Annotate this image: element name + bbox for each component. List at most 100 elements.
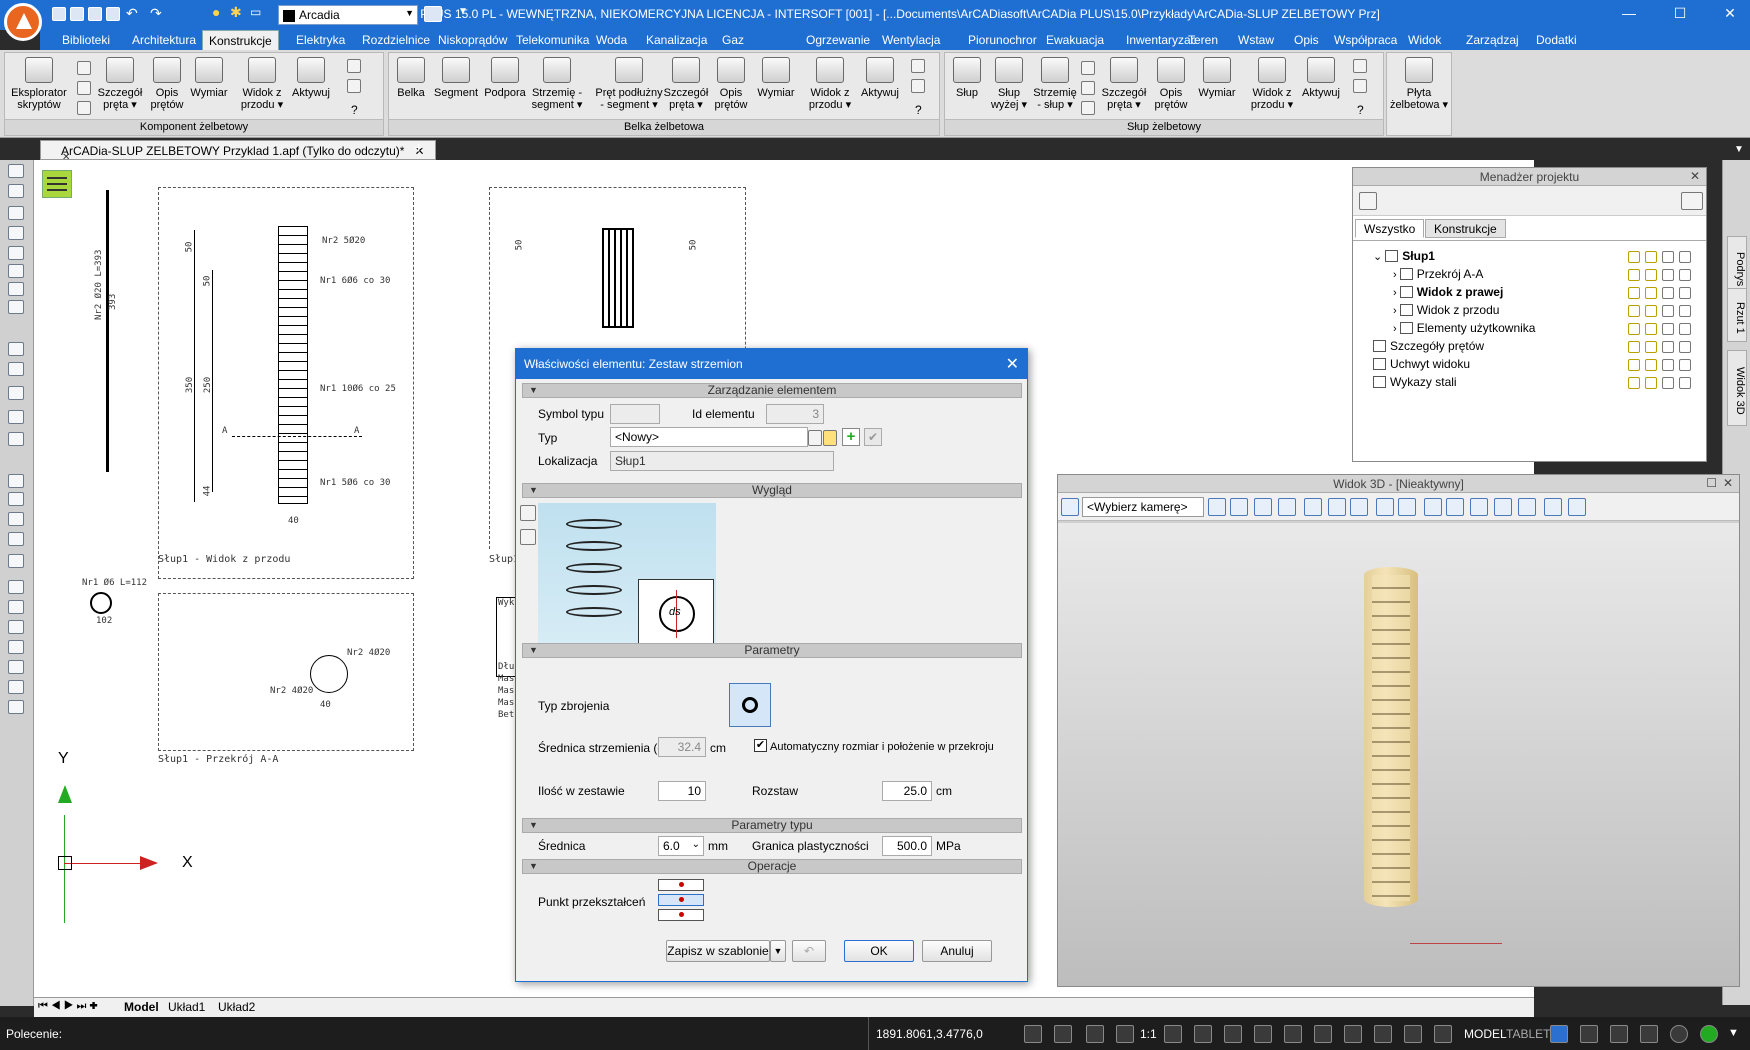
- tree-item[interactable]: Wykazy stali: [1373, 375, 1457, 393]
- tablet-toggle[interactable]: TABLET: [1506, 1027, 1550, 1041]
- save-as-icon[interactable]: [106, 7, 120, 21]
- snap-icon[interactable]: [1024, 1025, 1042, 1043]
- grid-icon[interactable]: [1254, 1025, 1272, 1043]
- add-type-icon[interactable]: +: [842, 428, 860, 446]
- add-icon[interactable]: [1359, 192, 1377, 210]
- small-tool-icon[interactable]: [1353, 59, 1367, 73]
- visibility-lock-print-icons[interactable]: [1628, 341, 1698, 355]
- rebar-detail-button[interactable]: Szczegół pręta ▾: [1097, 57, 1151, 111]
- close-button[interactable]: ✕: [1718, 5, 1742, 25]
- tab-wszystko[interactable]: Wszystko: [1355, 219, 1425, 238]
- save-icon[interactable]: [88, 7, 102, 21]
- camera-settings-icon[interactable]: [1061, 498, 1079, 516]
- menu-item-11[interactable]: Wentylacja: [876, 32, 946, 48]
- small-tool-icon[interactable]: [77, 81, 91, 95]
- polar-icon[interactable]: [1314, 1025, 1332, 1043]
- tab-widok-3d[interactable]: Widok 3D: [1727, 350, 1747, 426]
- transform-point-middle[interactable]: [658, 894, 704, 906]
- menu-item-12[interactable]: Piorunochror: [962, 32, 1043, 48]
- menu-item-2[interactable]: Konstrukcje: [202, 30, 279, 50]
- view-3d-tool-icon[interactable]: [1304, 498, 1322, 516]
- view-3d-tool-icon[interactable]: [1230, 498, 1248, 516]
- restore-icon[interactable]: ☐: [1706, 476, 1717, 490]
- small-tool-icon[interactable]: [77, 101, 91, 115]
- small-tool-icon[interactable]: [347, 59, 361, 73]
- lock-icon[interactable]: ▭: [250, 5, 261, 19]
- front-view-button[interactable]: Widok z przodu ▾: [237, 57, 287, 111]
- support-button[interactable]: Podpora: [481, 57, 529, 99]
- small-tool-icon[interactable]: [1081, 101, 1095, 115]
- tab-uklad1[interactable]: Układ1: [168, 1000, 205, 1014]
- left-tool-icon[interactable]: [8, 680, 24, 694]
- tree-item[interactable]: › Widok z przodu: [1393, 303, 1499, 321]
- object-snap-icon[interactable]: [1344, 1025, 1362, 1043]
- menu-item-19[interactable]: Widok: [1402, 32, 1447, 48]
- close-icon[interactable]: ✕: [1723, 476, 1733, 490]
- section-header-zarzadzanie[interactable]: ▼ Zarządzanie elementem: [522, 383, 1022, 398]
- left-tool-icon[interactable]: [8, 342, 24, 356]
- menu-item-3[interactable]: Elektryka: [290, 32, 351, 48]
- tree-item[interactable]: › Elementy użytkownika: [1393, 321, 1535, 339]
- view-3d-tool-icon[interactable]: [1568, 498, 1586, 516]
- chevron-right-icon[interactable]: ›: [1393, 269, 1400, 281]
- section-header-operacje[interactable]: ▼ Operacje: [522, 859, 1022, 874]
- front-view-button[interactable]: Widok z przodu ▾: [1245, 57, 1299, 111]
- tree-item[interactable]: › Przekrój A-A: [1393, 267, 1483, 285]
- menu-item-0[interactable]: Biblioteki: [56, 32, 116, 48]
- tree-item[interactable]: Szczegóły prętów: [1373, 339, 1484, 357]
- tree-item[interactable]: › Widok z prawej: [1393, 285, 1503, 303]
- front-view-button[interactable]: Widok z przodu ▾: [803, 57, 857, 111]
- rebar-description-button[interactable]: Opis prętów: [1149, 57, 1193, 111]
- left-tool-icon[interactable]: [8, 700, 24, 714]
- section-header-wyglad[interactable]: ▼ Wygląd: [522, 483, 1022, 498]
- beam-button[interactable]: Belka: [391, 57, 431, 99]
- tab-konstrukcje[interactable]: Konstrukcje: [1425, 219, 1506, 238]
- yield-field[interactable]: 500.0: [882, 836, 932, 856]
- view-3d-tool-icon[interactable]: [1494, 498, 1512, 516]
- visibility-lock-print-icons[interactable]: [1628, 323, 1698, 337]
- section-header-parametry[interactable]: ▼ Parametry: [522, 643, 1022, 658]
- small-tool-icon[interactable]: [911, 59, 925, 73]
- dimension-button[interactable]: Wymiar: [1193, 57, 1241, 99]
- visibility-lock-print-icons[interactable]: [1628, 305, 1698, 319]
- chevron-down-icon[interactable]: ⌄: [1373, 251, 1385, 263]
- filter-icon[interactable]: [1681, 192, 1703, 210]
- left-tool-icon[interactable]: [8, 386, 24, 400]
- tab-rzut-1[interactable]: Rzut 1: [1727, 288, 1747, 342]
- tracking-icon[interactable]: [1374, 1025, 1392, 1043]
- screen-icon[interactable]: [1610, 1025, 1628, 1043]
- transform-point-top[interactable]: [658, 879, 704, 891]
- left-tool-icon[interactable]: [8, 300, 24, 314]
- layer-select[interactable]: Arcadia ▼: [278, 5, 418, 25]
- dimension-button[interactable]: Wymiar: [753, 57, 799, 99]
- small-tool-icon[interactable]: [1081, 81, 1095, 95]
- view-3d-tool-icon[interactable]: [1350, 498, 1368, 516]
- view-3d-tool-icon[interactable]: [1470, 498, 1488, 516]
- properties-icon[interactable]: [1434, 1025, 1452, 1043]
- hamburger-menu-icon[interactable]: [42, 170, 72, 198]
- left-tool-icon[interactable]: [8, 226, 24, 240]
- dimension-button[interactable]: Wymiar: [189, 57, 229, 99]
- menu-item-17[interactable]: Opis: [1288, 32, 1325, 48]
- diameter-select[interactable]: 6.0 ⌄: [658, 836, 704, 856]
- menu-item-7[interactable]: Woda: [590, 32, 633, 48]
- transform-point-bottom[interactable]: [658, 909, 704, 921]
- info-circle-icon[interactable]: [1670, 1025, 1688, 1043]
- slab-button[interactable]: Płyta żelbetowa ▾: [1389, 57, 1449, 111]
- new-tab-icon[interactable]: +: [414, 140, 423, 158]
- lineweight-icon[interactable]: [1404, 1025, 1422, 1043]
- auto-size-checkbox[interactable]: ✔: [754, 739, 767, 752]
- settings-gear-icon[interactable]: [1550, 1025, 1568, 1043]
- left-tool-icon[interactable]: [8, 580, 24, 594]
- menu-item-9[interactable]: Gaz: [716, 32, 750, 48]
- menu-item-6[interactable]: Telekomunika: [510, 32, 595, 48]
- type-select[interactable]: <Nowy>: [610, 427, 808, 447]
- left-tool-icon[interactable]: [8, 282, 24, 296]
- info-icon[interactable]: [1054, 1025, 1072, 1043]
- small-tool-icon[interactable]: [1081, 61, 1095, 75]
- camera-select[interactable]: <Wybierz kamerę>: [1082, 497, 1204, 517]
- spacing-field[interactable]: 25.0: [882, 781, 932, 801]
- maximize-button[interactable]: ☐: [1668, 5, 1692, 25]
- view-3d-tool-icon[interactable]: [1424, 498, 1442, 516]
- new-file-icon[interactable]: [52, 7, 66, 21]
